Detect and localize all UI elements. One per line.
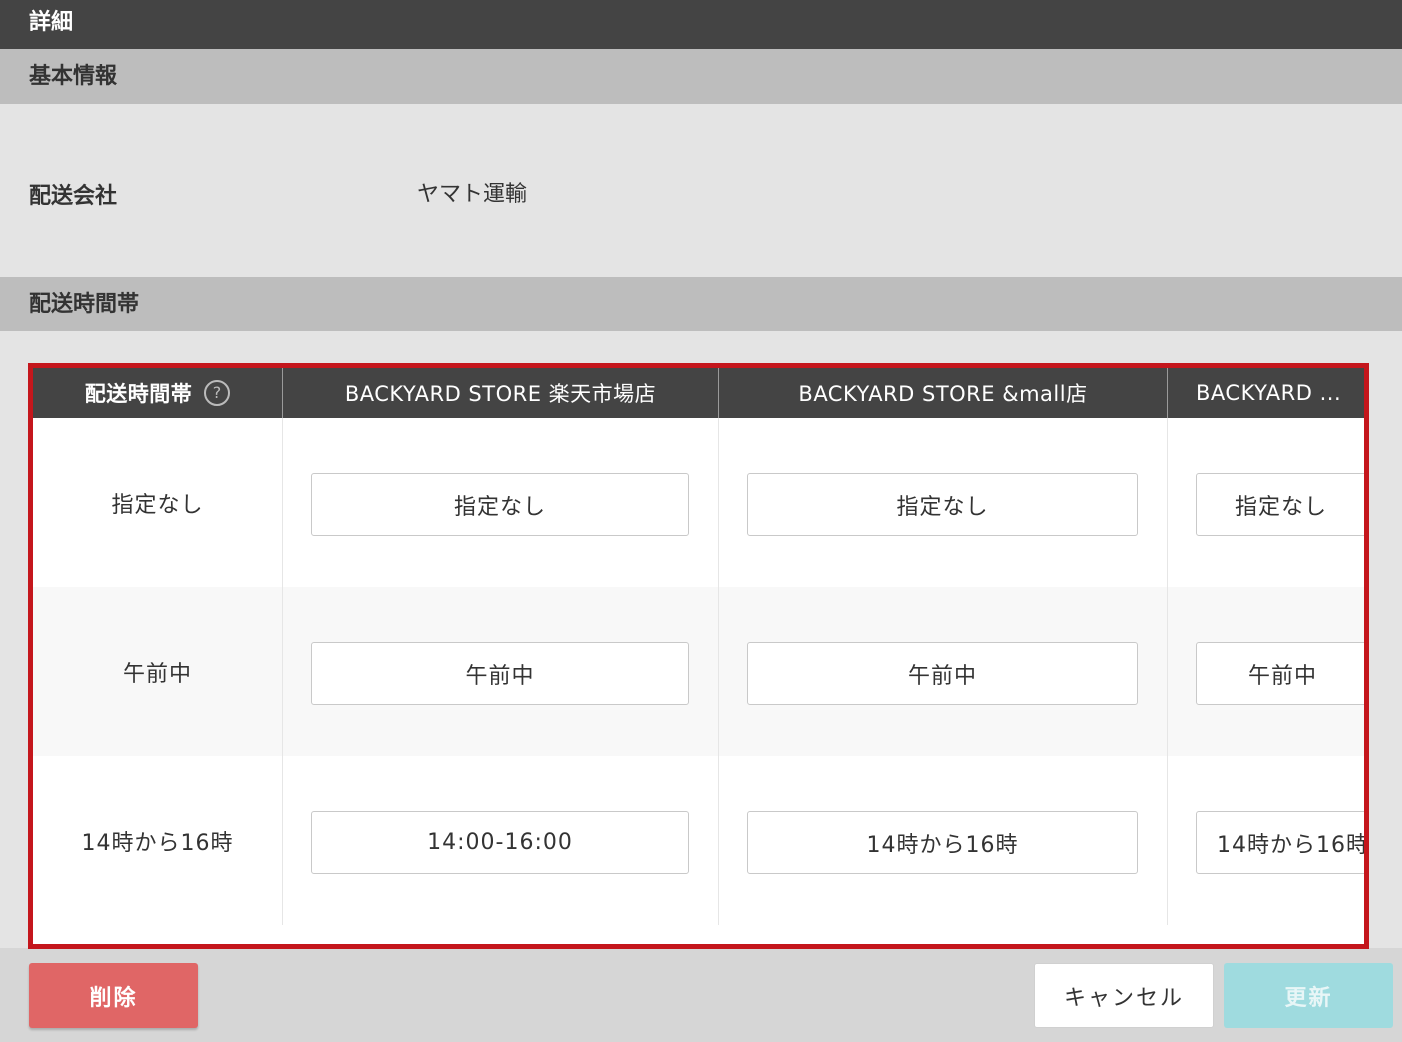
table-row: 14時から16時 14:00-16:00 14時から16時 14時から16時 bbox=[33, 756, 1364, 925]
cancel-button[interactable]: キャンセル bbox=[1034, 963, 1214, 1028]
column-header-label: 配送時間帯 bbox=[84, 382, 193, 406]
time-slot-input[interactable]: 午前中 bbox=[1196, 642, 1364, 705]
carrier-value: ヤマト運輸 bbox=[417, 182, 528, 207]
time-slot-input[interactable]: 指定なし bbox=[311, 473, 689, 536]
row-label: 指定なし bbox=[111, 492, 204, 518]
section-header-delivery-slots: 配送時間帯 bbox=[0, 277, 1402, 332]
table-row: 午前中 午前中 午前中 午前中 bbox=[33, 587, 1364, 756]
table-row: 指定なし 指定なし 指定なし 指定なし bbox=[33, 418, 1364, 587]
carrier-label: 配送会社 bbox=[29, 184, 118, 209]
column-header-store-mall: BACKYARD STORE &mall店 bbox=[719, 368, 1168, 418]
section-header-basic-info: 基本情報 bbox=[0, 49, 1402, 104]
row-label: 午前中 bbox=[122, 661, 192, 687]
column-header-time-slot: 配送時間帯 ? bbox=[33, 368, 283, 418]
time-slot-input[interactable]: 指定なし bbox=[747, 473, 1138, 536]
basic-info-panel: 配送会社 ヤマト運輸 bbox=[0, 104, 1402, 277]
update-button[interactable]: 更新 bbox=[1224, 963, 1393, 1028]
delivery-slot-table: 配送時間帯 ? BACKYARD STORE 楽天市場店 BACKYARD ST… bbox=[28, 363, 1369, 949]
help-icon[interactable]: ? bbox=[204, 380, 231, 406]
time-slot-input[interactable]: 14時から16時 bbox=[747, 811, 1138, 874]
time-slot-input[interactable]: 指定なし bbox=[1196, 473, 1364, 536]
column-header-store-third: BACKYARD ... bbox=[1168, 368, 1364, 418]
time-slot-input[interactable]: 午前中 bbox=[311, 642, 689, 705]
time-slot-input[interactable]: 14時から16時 bbox=[1196, 811, 1364, 874]
column-header-store-rakuten: BACKYARD STORE 楽天市場店 bbox=[283, 368, 719, 418]
row-label: 14時から16時 bbox=[81, 830, 234, 856]
time-slot-input[interactable]: 午前中 bbox=[747, 642, 1138, 705]
dialog-title: 詳細 bbox=[0, 0, 1402, 49]
delete-button[interactable]: 削除 bbox=[29, 963, 198, 1028]
table-header: 配送時間帯 ? BACKYARD STORE 楽天市場店 BACKYARD ST… bbox=[33, 368, 1364, 418]
time-slot-input[interactable]: 14:00-16:00 bbox=[311, 811, 689, 874]
